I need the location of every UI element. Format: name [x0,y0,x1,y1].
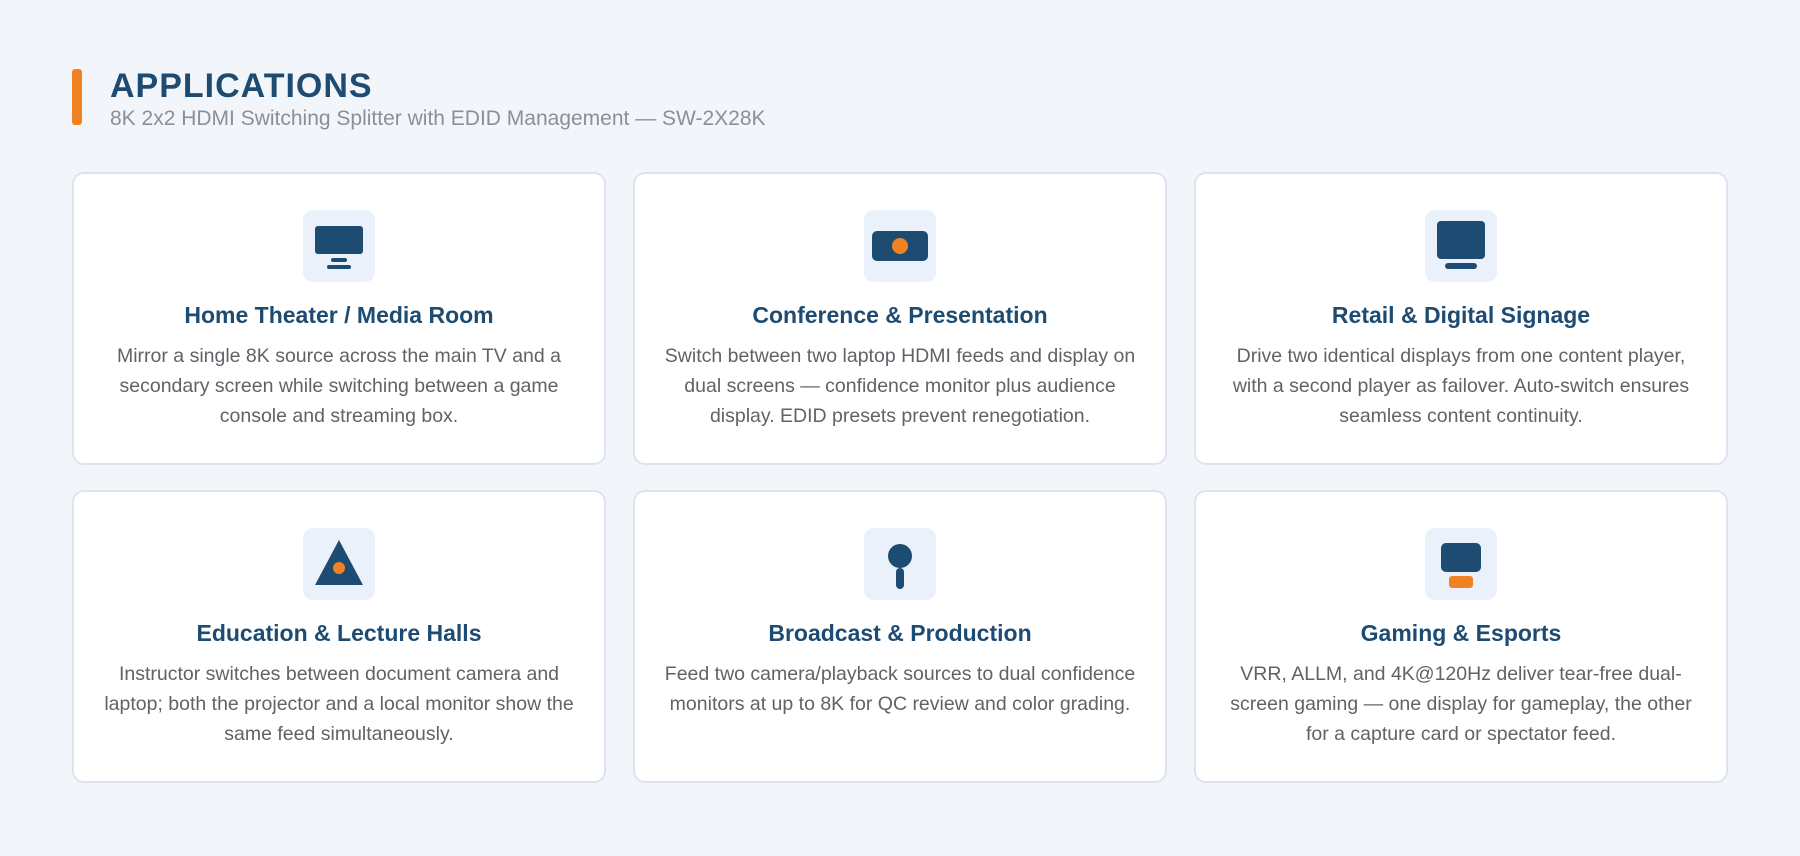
card-description: Switch between two laptop HDMI feeds and… [664,345,1136,427]
gaming-icon [1425,528,1497,600]
card-description: Feed two camera/playback sources to dual… [664,663,1136,715]
card-title: Retail & Digital Signage [1331,302,1591,328]
applications-grid: Home Theater / Media Room Mirror a singl… [72,172,1728,783]
page-title: APPLICATIONS [110,67,373,105]
card-description: Mirror a single 8K source across the mai… [116,345,561,427]
card-description: Instructor switches between document cam… [104,663,574,745]
card-title: Broadcast & Production [768,620,1032,646]
application-card-conference: Conference & Presentation Switch between… [633,172,1167,465]
card-description: Drive two identical displays from one co… [1232,345,1690,427]
display-icon [1425,210,1497,282]
card-title: Home Theater / Media Room [184,302,494,328]
card-title: Conference & Presentation [752,302,1048,328]
card-description: VRR, ALLM, and 4K@120Hz deliver tear-fre… [1230,663,1692,745]
application-card-gaming: Gaming & Esports VRR, ALLM, and 4K@120Hz… [1194,490,1728,783]
triangle-icon [303,528,375,600]
card-title: Education & Lecture Halls [196,620,482,646]
card-title: Gaming & Esports [1360,620,1562,646]
application-card-home-theater: Home Theater / Media Room Mirror a singl… [72,172,606,465]
accent-bar [72,69,82,125]
page-subtitle: 8K 2x2 HDMI Switching Splitter with EDID… [110,107,766,130]
projector-icon [864,210,936,282]
application-card-retail: Retail & Digital Signage Drive two ident… [1194,172,1728,465]
application-card-broadcast: Broadcast & Production Feed two camera/p… [633,490,1167,783]
microphone-icon [864,528,936,600]
application-card-education: Education & Lecture Halls Instructor swi… [72,490,606,783]
monitor-icon [303,210,375,282]
